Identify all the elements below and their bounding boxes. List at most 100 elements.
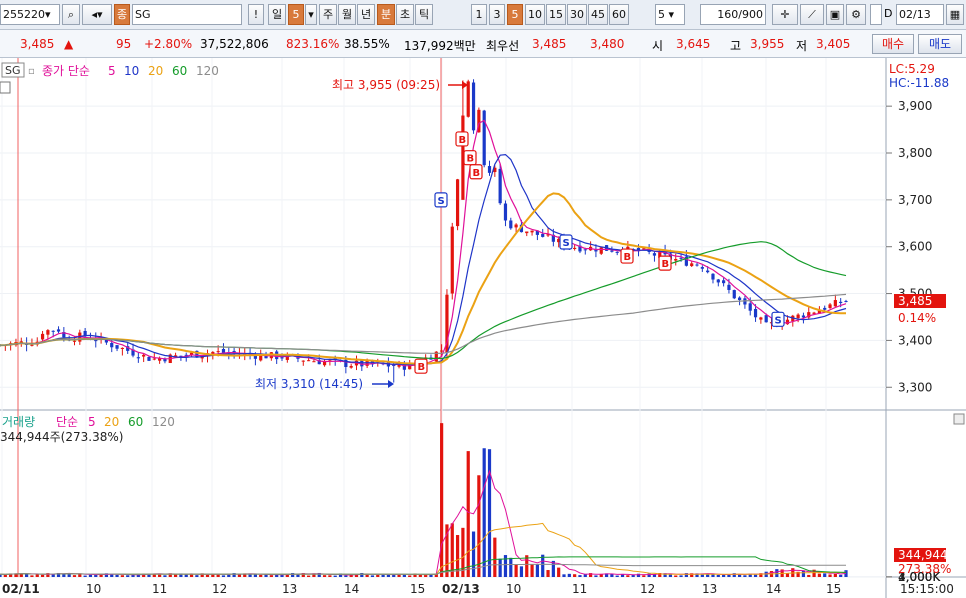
alert-button[interactable]: !	[248, 4, 264, 25]
stock-code-value: 255220	[3, 8, 45, 21]
volume-bar	[785, 573, 790, 577]
period-tick[interactable]: 틱	[415, 4, 433, 25]
draw-tool-icon[interactable]: ⟋	[800, 4, 824, 25]
volume-bar	[716, 575, 720, 577]
minute-5[interactable]: 5	[507, 4, 523, 25]
price-tick-label: 3,300	[898, 380, 932, 394]
volume-bar	[722, 575, 726, 577]
stock-name-field[interactable]: SG	[132, 4, 242, 25]
minute-60[interactable]: 60	[609, 4, 629, 25]
minute-45-label: 45	[591, 8, 605, 21]
search-icon[interactable]: ⌕	[62, 4, 80, 25]
volume-bar	[248, 574, 252, 577]
stock-chart[interactable]: 3,9003,8003,7003,6003,5003,4003,300 4,00…	[0, 58, 966, 598]
minute-3[interactable]: 3	[489, 4, 505, 25]
current-time: 15:15:00	[900, 582, 954, 596]
volume-bar	[163, 575, 167, 577]
vol-ma-legend-20: 20	[104, 415, 119, 429]
volume-bar	[402, 574, 406, 577]
time-axis-label: 12	[640, 582, 655, 596]
minute-1[interactable]: 1	[471, 4, 487, 25]
signal-letter: B	[473, 168, 481, 179]
minute-45[interactable]: 45	[588, 4, 608, 25]
candle-body	[312, 361, 316, 363]
candle-body	[136, 357, 140, 359]
stock-code-input[interactable]: 255220▾	[0, 4, 60, 25]
date-input[interactable]: 02/13	[896, 4, 944, 25]
volume-panel-menu-icon[interactable]	[953, 413, 965, 425]
date-checkbox[interactable]	[870, 4, 882, 25]
candle-body	[56, 329, 61, 332]
candle-body	[142, 354, 146, 357]
price-tick-label: 3,900	[898, 99, 932, 113]
volume-bar	[424, 574, 428, 577]
time-axis-label: 02/11	[2, 582, 40, 596]
time-axis-label: 11	[152, 582, 167, 596]
candle-body	[301, 360, 305, 362]
speaker-icon[interactable]: ◂▾	[82, 4, 112, 25]
stock-badge[interactable]: 종	[114, 4, 130, 25]
calendar-icon[interactable]: ▦	[946, 4, 964, 25]
candle-body	[503, 203, 508, 221]
candle-body	[51, 330, 55, 332]
date-value: 02/13	[899, 8, 931, 21]
date-prefix: D	[884, 7, 893, 20]
minute-15[interactable]: 15	[546, 4, 566, 25]
candle-body	[455, 179, 460, 227]
crosshair-icon[interactable]: ✛	[772, 4, 798, 25]
period-second[interactable]: 초	[396, 4, 414, 25]
period-day-label: 일	[271, 8, 283, 21]
low-price: 3,405	[816, 37, 851, 51]
period-day[interactable]: 일	[268, 4, 286, 25]
interval-select[interactable]: 5 ▾	[655, 4, 685, 25]
buy-button[interactable]: 매수	[872, 34, 914, 54]
volume-bar	[626, 575, 630, 577]
volume-bar	[328, 575, 332, 577]
volume-bar	[30, 575, 34, 577]
candle-body	[147, 357, 151, 361]
candle-body	[115, 345, 119, 349]
period-year[interactable]: 년	[357, 4, 375, 25]
sell-button[interactable]: 매도	[918, 34, 962, 54]
period-minute[interactable]: 분	[377, 4, 395, 25]
time-axis-label: 14	[344, 582, 359, 596]
candle-body	[487, 166, 492, 173]
candle-body	[839, 301, 843, 303]
minute-10[interactable]: 10	[525, 4, 545, 25]
candle-body	[471, 82, 476, 131]
stock-badge-label: 종	[116, 8, 128, 21]
panel-toggle-icon[interactable]	[0, 81, 11, 94]
candle-body	[679, 257, 683, 259]
period-dropdown-icon[interactable]: ▾	[305, 4, 317, 25]
high-price: 3,955	[750, 37, 785, 51]
signal-letter: B	[467, 154, 475, 165]
volume-bar	[482, 448, 486, 577]
candle-body	[280, 357, 284, 359]
candle-body	[828, 304, 832, 308]
volume-bar	[269, 575, 273, 577]
best-ask: 3,485	[532, 37, 567, 51]
volume-title: 거래량	[2, 415, 35, 429]
volume-bar	[120, 575, 124, 577]
count-field[interactable]: 160/900	[700, 4, 766, 25]
candle-body	[674, 258, 678, 261]
candle-body	[216, 351, 220, 353]
candle-body	[482, 110, 486, 166]
candle-body	[695, 264, 699, 266]
candle-body	[610, 250, 614, 252]
volume-bar	[487, 449, 492, 577]
period-week[interactable]: 주	[319, 4, 337, 25]
volume-bar	[828, 574, 832, 577]
ma-legend-10: 10	[124, 64, 139, 78]
period-month-label: 월	[341, 8, 353, 21]
volume-bar	[775, 569, 779, 577]
gear-icon[interactable]: ⚙	[846, 4, 866, 25]
minute-30[interactable]: 30	[567, 4, 587, 25]
period-multiplier[interactable]: 5	[288, 4, 304, 25]
volume-bar	[259, 574, 263, 577]
minute-3-label: 3	[493, 8, 501, 21]
period-month[interactable]: 월	[338, 4, 356, 25]
signal-letter: B	[418, 362, 426, 373]
save-icon[interactable]: ▣	[826, 4, 844, 25]
volume-bar	[711, 574, 715, 577]
